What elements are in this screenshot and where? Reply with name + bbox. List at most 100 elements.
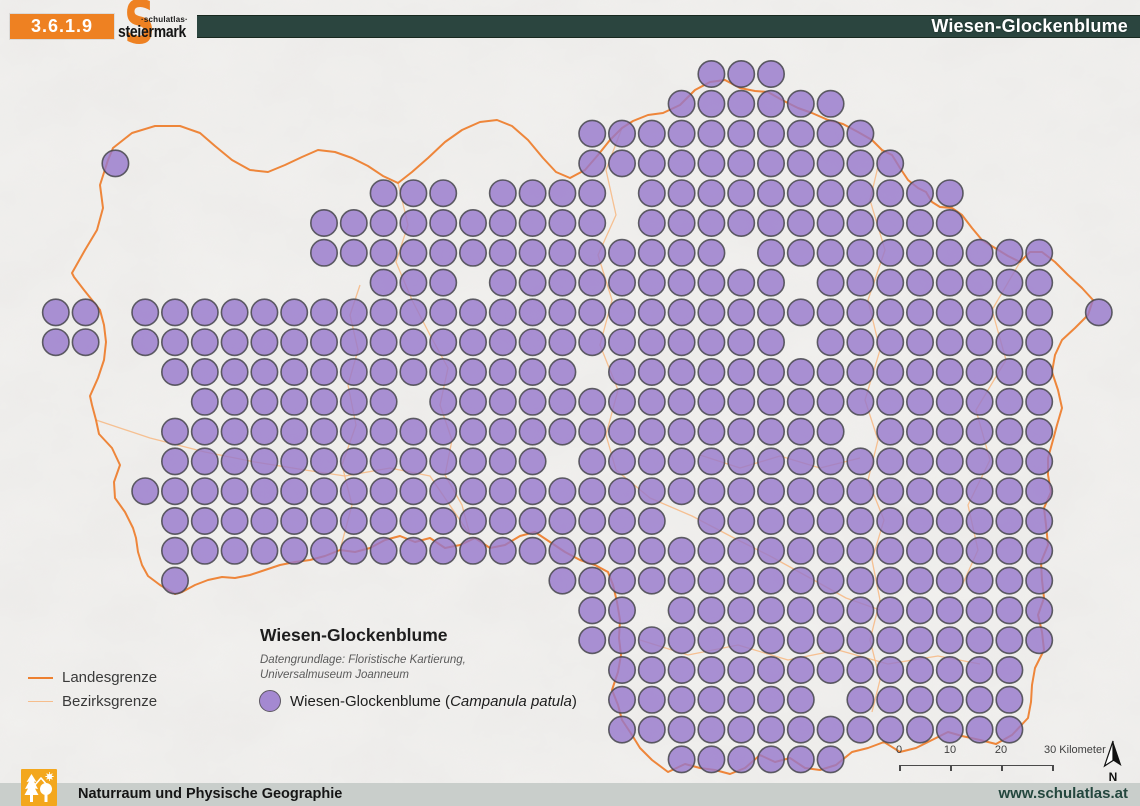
occurrence-dot	[877, 299, 903, 325]
occurrence-dot	[996, 329, 1022, 355]
occurrence-dot	[996, 627, 1022, 653]
occurrence-dot	[490, 478, 516, 504]
scale-bar: 0 10 20 30 Kilometer	[892, 744, 1070, 774]
occurrence-dot	[549, 389, 575, 415]
occurrence-dot	[847, 329, 873, 355]
occurrence-dot	[370, 418, 396, 444]
occurrence-dot	[192, 508, 218, 534]
occurrence-dot	[698, 687, 724, 713]
occurrence-dot	[758, 478, 784, 504]
occurrence-dot	[251, 538, 277, 564]
occurrence-dot	[43, 299, 69, 325]
occurrence-dot	[162, 359, 188, 385]
occurrence-dot	[341, 448, 367, 474]
occurrence-dot	[430, 448, 456, 474]
occurrence-dot	[490, 359, 516, 385]
occurrence-dot	[817, 657, 843, 683]
occurrence-dot	[937, 716, 963, 742]
occurrence-dot	[668, 210, 694, 236]
occurrence-dot	[132, 478, 158, 504]
occurrence-dot	[490, 538, 516, 564]
occurrence-dot	[430, 538, 456, 564]
occurrence-dot	[996, 716, 1022, 742]
occurrence-dot	[698, 448, 724, 474]
occurrence-dot	[937, 508, 963, 534]
legend-item-label: Wiesen-Glockenblume (Campanula patula)	[290, 693, 577, 710]
occurrence-dot	[341, 359, 367, 385]
north-label: N	[1100, 770, 1126, 784]
occurrence-dot	[549, 210, 575, 236]
bezirksgrenze-swatch	[28, 701, 53, 702]
occurrence-dot	[698, 269, 724, 295]
occurrence-dot	[937, 299, 963, 325]
occurrence-dot	[877, 210, 903, 236]
occurrence-dot	[221, 448, 247, 474]
landesgrenze-swatch	[28, 677, 53, 679]
occurrence-dot	[847, 567, 873, 593]
occurrence-dot	[639, 359, 665, 385]
occurrence-dot	[639, 567, 665, 593]
occurrence-dot	[907, 210, 933, 236]
occurrence-dot	[728, 389, 754, 415]
occurrence-dot	[132, 299, 158, 325]
occurrence-dot	[370, 240, 396, 266]
occurrence-dot	[698, 567, 724, 593]
occurrence-dot	[370, 269, 396, 295]
occurrence-dot	[281, 329, 307, 355]
schulatlas-logo: S ·schulatlas· steiermark	[115, 0, 200, 54]
occurrence-dot	[996, 389, 1022, 415]
occurrence-dot	[519, 538, 545, 564]
occurrence-dot	[847, 150, 873, 176]
occurrence-dot	[877, 627, 903, 653]
occurrence-dot	[1026, 418, 1052, 444]
occurrence-dot	[311, 508, 337, 534]
occurrence-dot	[728, 746, 754, 772]
occurrence-dot	[996, 359, 1022, 385]
occurrence-dot	[162, 508, 188, 534]
occurrence-dot	[817, 567, 843, 593]
occurrence-dot	[966, 329, 992, 355]
occurrence-dot	[1026, 448, 1052, 474]
occurrence-dot	[579, 389, 605, 415]
scale-tick	[950, 765, 952, 771]
occurrence-dot	[162, 478, 188, 504]
occurrence-dot	[341, 508, 367, 534]
occurrence-dot	[460, 508, 486, 534]
occurrence-dot	[788, 389, 814, 415]
scale-label-0: 0	[892, 744, 906, 756]
occurrence-dot	[221, 299, 247, 325]
occurrence-dot	[579, 299, 605, 325]
occurrence-dot	[966, 567, 992, 593]
occurrence-dot	[490, 418, 516, 444]
occurrence-dot	[966, 657, 992, 683]
occurrence-dot	[311, 299, 337, 325]
occurrence-dot	[698, 597, 724, 623]
occurrence-dot	[728, 61, 754, 87]
occurrence-dot	[937, 478, 963, 504]
occurrence-dot	[460, 359, 486, 385]
occurrence-dot	[609, 567, 635, 593]
occurrence-dot	[221, 418, 247, 444]
occurrence-dot	[996, 240, 1022, 266]
occurrence-dot	[698, 120, 724, 146]
occurrence-dot	[817, 716, 843, 742]
scale-bar-line	[899, 765, 1053, 766]
occurrence-dot	[728, 91, 754, 117]
occurrence-dot	[639, 418, 665, 444]
occurrence-dot	[877, 448, 903, 474]
occurrence-dot	[907, 597, 933, 623]
chapter-code-badge: 3.6.1.9	[10, 14, 114, 39]
occurrence-dot	[490, 269, 516, 295]
scale-tick	[1052, 765, 1054, 771]
occurrence-dot	[698, 91, 724, 117]
occurrence-dot	[907, 299, 933, 325]
occurrence-dot	[937, 240, 963, 266]
occurrence-dot	[400, 538, 426, 564]
legend-item-species: Campanula patula	[450, 693, 572, 710]
occurrence-dot	[728, 508, 754, 534]
occurrence-dot	[758, 359, 784, 385]
occurrence-dot	[221, 538, 247, 564]
occurrence-dot	[996, 567, 1022, 593]
occurrence-dot	[460, 389, 486, 415]
occurrence-dot	[758, 687, 784, 713]
